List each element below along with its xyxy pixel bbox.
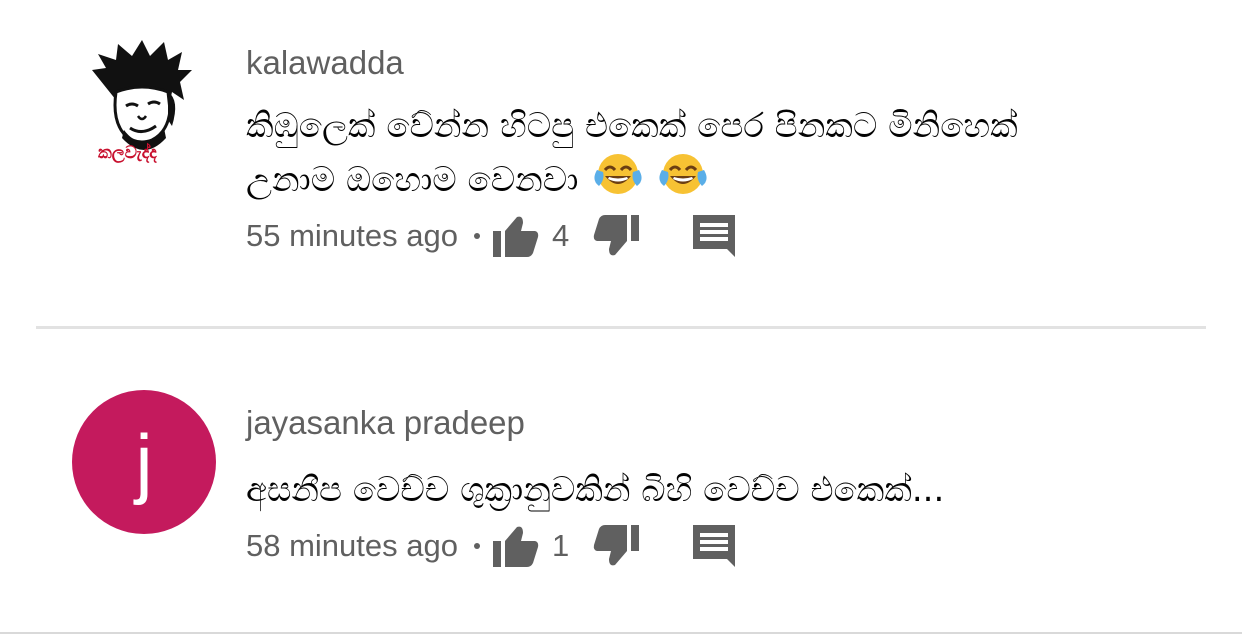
comment-text-line: කිඹුලෙක් වේන්න හිටපු එකෙක් පෙර පිනකට මින… — [246, 106, 1018, 146]
comment-divider — [36, 326, 1206, 329]
comment-time: 55 minutes ago — [246, 218, 458, 253]
comment-item: j jayasanka pradeep අසනීප වෙච්ච ශුක්‍රාන… — [0, 360, 1242, 610]
tears-of-joy-emoji-icon — [593, 152, 643, 211]
comment-item: කලවැද්ද kalawadda කිඹුලෙක් වේන්න හිටපු එ… — [0, 0, 1242, 310]
reply-comment-icon[interactable] — [690, 522, 738, 570]
comment-time: 58 minutes ago — [246, 528, 458, 563]
comment-actions: 58 minutes ago 1 — [246, 522, 738, 570]
thumbs-down-icon[interactable] — [592, 522, 640, 570]
thumbs-up-icon[interactable] — [492, 212, 540, 260]
avatar-letter: j — [135, 418, 153, 506]
comment-actions: 55 minutes ago 4 — [246, 212, 738, 260]
avatar[interactable]: j — [72, 390, 216, 534]
comment-author[interactable]: kalawadda — [246, 44, 404, 82]
comment-author[interactable]: jayasanka pradeep — [246, 404, 525, 442]
avatar-caricature-image: කලවැද්ද — [92, 40, 192, 164]
thumbs-up-icon[interactable] — [492, 522, 540, 570]
thumbs-down-icon[interactable] — [592, 212, 640, 260]
avatar[interactable]: කලවැද්ද — [72, 30, 216, 174]
avatar-caption: කලවැද්ද — [98, 142, 157, 164]
bottom-divider — [0, 632, 1242, 634]
comment-text: කිඹුලෙක් වේන්න හිටපු එකෙක් පෙර පිනකට මින… — [246, 100, 1126, 211]
comment-text-line-2: උනාම ඔහොම වෙනවා — [246, 152, 1126, 211]
comment-text-line: උනාම ඔහොම වෙනවා — [246, 160, 579, 200]
separator-dot — [473, 543, 480, 549]
comment-text: අසනීප වෙච්ච ශුක්‍රානුවකින් බිහි වෙච්ච එක… — [246, 470, 945, 510]
like-count: 1 — [551, 528, 570, 563]
separator-dot — [473, 233, 480, 239]
reply-comment-icon[interactable] — [690, 212, 738, 260]
tears-of-joy-emoji-icon — [658, 152, 708, 211]
like-count: 4 — [551, 218, 570, 253]
